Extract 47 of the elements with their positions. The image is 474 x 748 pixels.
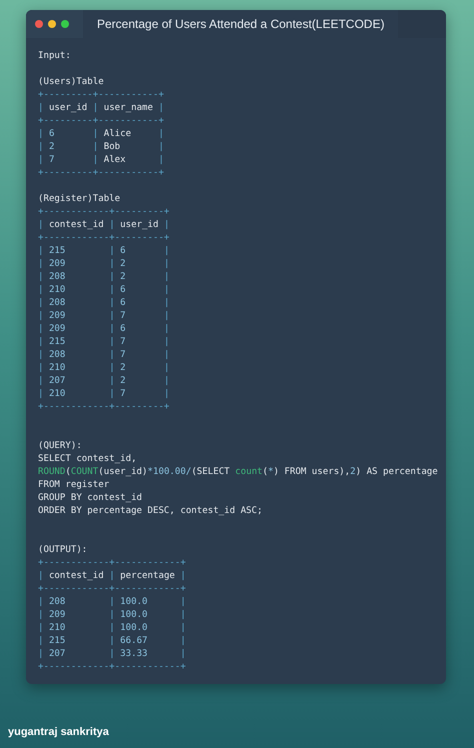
code-line: GROUP BY contest_id xyxy=(38,492,142,505)
code-line: | 209 | 2 | xyxy=(38,258,170,271)
code-line: (Register)Table xyxy=(38,193,120,206)
code-line: ORDER BY percentage DESC, contest_id ASC; xyxy=(38,505,262,518)
code-line: +------------+---------+ xyxy=(38,401,170,414)
code-line: | 207 | 33.33 | xyxy=(38,648,186,661)
minimize-icon[interactable] xyxy=(48,20,56,28)
code-line: (OUTPUT): xyxy=(38,544,88,557)
code-line: (QUERY): xyxy=(38,440,82,453)
code-line: | 209 | 6 | xyxy=(38,323,170,336)
code-line: | 2 | Bob | xyxy=(38,141,164,154)
code-line: | 208 | 2 | xyxy=(38,271,170,284)
code-line: +---------+-----------+ xyxy=(38,115,164,128)
author-name: yugantraj sankritya xyxy=(8,726,109,738)
code-line: | 7 | Alex | xyxy=(38,154,164,167)
code-line: Input: xyxy=(38,50,71,63)
code-line: | user_id | user_name | xyxy=(38,102,164,115)
code-line: (Users)Table xyxy=(38,76,104,89)
code-line: +------------+------------+ xyxy=(38,557,186,570)
code-line: +---------+-----------+ xyxy=(38,167,164,180)
code-line: | 215 | 6 | xyxy=(38,245,170,258)
code-line: +------------+---------+ xyxy=(38,232,170,245)
code-line: +------------+---------+ xyxy=(38,206,170,219)
window-title: Percentage of Users Attended a Contest(LEETCODE) xyxy=(83,10,398,38)
code-line: | 208 | 7 | xyxy=(38,349,170,362)
code-line: | 208 | 6 | xyxy=(38,297,170,310)
code-line: | contest_id | percentage | xyxy=(38,570,186,583)
close-icon[interactable] xyxy=(35,20,43,28)
code-line: | 215 | 7 | xyxy=(38,336,170,349)
code-line: | 210 | 6 | xyxy=(38,284,170,297)
code-line: | 207 | 2 | xyxy=(38,375,170,388)
code-line: | 209 | 7 | xyxy=(38,310,170,323)
code-line: | 210 | 100.0 | xyxy=(38,622,186,635)
maximize-icon[interactable] xyxy=(61,20,69,28)
code-line: +------------+------------+ xyxy=(38,583,186,596)
code-line: | 210 | 2 | xyxy=(38,362,170,375)
code-line: | 209 | 100.0 | xyxy=(38,609,186,622)
code-line: SELECT contest_id, xyxy=(38,453,137,466)
code-line: FROM register xyxy=(38,479,110,492)
code-line: | 6 | Alice | xyxy=(38,128,164,141)
code-line: | 208 | 100.0 | xyxy=(38,596,186,609)
code-line: | 215 | 66.67 | xyxy=(38,635,186,648)
code-line: +---------+-----------+ xyxy=(38,89,164,102)
code-line: | contest_id | user_id | xyxy=(38,219,170,232)
code-line: ROUND(COUNT(user_id)*100.00/(SELECT count(*) FROM users),2) AS percentage xyxy=(38,466,438,479)
code-line: +------------+------------+ xyxy=(38,661,186,674)
code-line: | 210 | 7 | xyxy=(38,388,170,401)
